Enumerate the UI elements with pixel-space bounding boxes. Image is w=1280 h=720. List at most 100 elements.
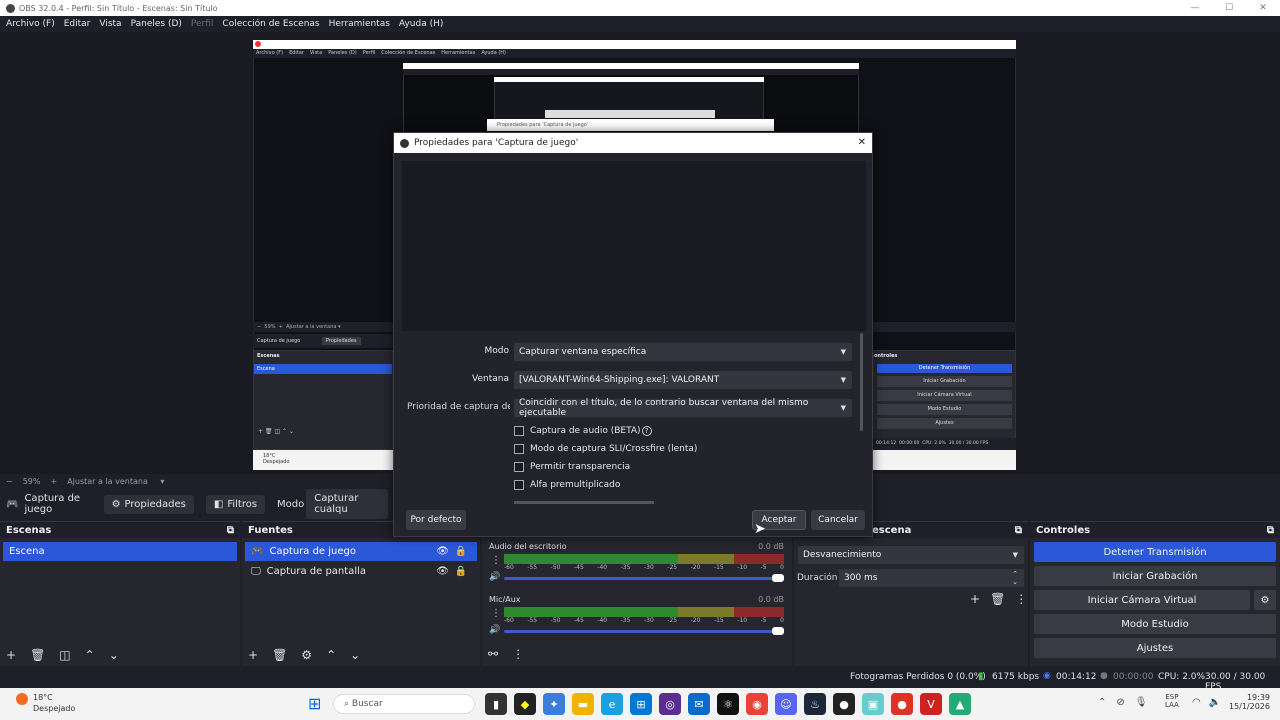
dialog-scrollbar[interactable] — [860, 333, 863, 431]
app-icon[interactable]: ▲ — [949, 693, 971, 715]
lock-icon[interactable]: 🔒 — [455, 546, 467, 557]
checkbox[interactable] — [514, 444, 524, 454]
menu-item[interactable]: Colección de Escenas — [222, 19, 319, 29]
more-icon[interactable]: ⋮ — [491, 555, 501, 566]
more-icon[interactable]: ⋮ — [491, 608, 501, 619]
add-icon[interactable]: + — [6, 648, 16, 662]
eye-icon[interactable]: 👁 — [436, 566, 449, 577]
volume-slider-handle[interactable] — [772, 627, 784, 635]
close-icon[interactable]: ✕ — [1246, 0, 1280, 16]
control-button[interactable]: Iniciar Grabación — [1034, 566, 1276, 586]
priority-select[interactable]: Coincidir con el título, de lo contrario… — [514, 398, 852, 418]
checkbox-row[interactable]: Modo de captura SLI/Crossfire (lenta) — [514, 440, 697, 458]
quick-settings[interactable]: ◠ 🔈 — [1192, 697, 1221, 708]
store-icon[interactable]: ⊞ — [630, 693, 652, 715]
task-view-icon[interactable]: ▮ — [485, 693, 507, 715]
valorant-icon[interactable]: V — [920, 693, 942, 715]
chatgpt-icon[interactable]: ⚛ — [717, 693, 739, 715]
spin-icon[interactable]: ⌃ ⌄ — [1012, 570, 1018, 586]
checkbox[interactable] — [514, 462, 524, 472]
app-icon[interactable]: ● — [891, 693, 913, 715]
add-icon[interactable]: + — [970, 592, 980, 606]
transition-select[interactable]: Desvanecimiento ▼ — [798, 546, 1024, 564]
maximize-icon[interactable]: ☐ — [1212, 0, 1246, 16]
gear-icon[interactable]: ⚙ — [301, 648, 312, 662]
chevron-up-icon[interactable]: ⌃ — [1098, 697, 1106, 708]
scene-item[interactable]: Escena — [3, 542, 237, 561]
control-button[interactable]: Iniciar Cámara Virtual — [1034, 590, 1250, 610]
trash-icon[interactable]: 🗑 — [272, 648, 287, 662]
filter-icon[interactable]: ◫ — [59, 648, 70, 662]
lock-icon[interactable]: 🔒 — [455, 566, 467, 577]
move-up-icon[interactable]: ⌃ — [326, 648, 336, 662]
checkbox-row[interactable]: Captura de audio (BETA)? — [514, 422, 697, 440]
trash-icon[interactable]: 🗑 — [30, 648, 45, 662]
steam-icon[interactable]: ♨ — [804, 693, 826, 715]
discord-icon[interactable]: ☺ — [775, 693, 797, 715]
network-off-icon[interactable]: ⊘ — [1116, 697, 1124, 708]
search-box[interactable]: ⌕ Buscar — [333, 694, 475, 714]
link-icon[interactable]: ⚯ — [488, 647, 498, 661]
mic-icon[interactable]: 🎙 — [1135, 697, 1148, 708]
gear-icon[interactable]: ⚙ — [1254, 590, 1276, 610]
undock-icon[interactable]: ⧉ — [1015, 525, 1022, 536]
control-button[interactable]: Modo Estudio — [1034, 614, 1276, 634]
checkbox-row[interactable]: Permitir transparencia — [514, 458, 697, 476]
cancel-button[interactable]: Cancelar — [811, 510, 865, 530]
zoom-out-button[interactable]: − — [6, 477, 13, 486]
menu-item[interactable]: Perfil — [191, 19, 214, 29]
checkbox[interactable] — [514, 426, 524, 436]
zoom-in-button[interactable]: + — [50, 477, 57, 486]
obs-icon[interactable]: ● — [833, 693, 855, 715]
control-button[interactable]: Detener Transmisión — [1034, 542, 1276, 562]
volume-slider[interactable] — [504, 574, 784, 582]
outlook-icon[interactable]: ✉ — [688, 693, 710, 715]
chrome-icon[interactable]: ◉ — [746, 693, 768, 715]
undock-icon[interactable]: ⧉ — [227, 525, 234, 536]
menu-item[interactable]: Vista — [99, 19, 121, 29]
menu-item[interactable]: Editar — [64, 19, 91, 29]
source-item[interactable]: 🎮 Captura de juego 👁 🔒 — [245, 542, 477, 561]
language-indicator[interactable]: ESP LAA — [1165, 693, 1179, 709]
window-select[interactable]: [VALORANT-Win64-Shipping.exe]: VALORANT ▼ — [514, 371, 852, 389]
source-item[interactable]: 🖵 Captura de pantalla 👁 🔒 — [245, 562, 477, 581]
mode-select[interactable]: Capturar cualqu — [306, 489, 388, 519]
duration-input[interactable]: 300 ms ⌃ ⌄ — [839, 569, 1024, 587]
menu-item[interactable]: Ayuda (H) — [399, 19, 443, 29]
mode-select[interactable]: Capturar ventana específica ▼ — [514, 343, 852, 361]
volume-slider[interactable] — [504, 627, 784, 635]
close-icon[interactable]: ✕ — [858, 137, 866, 148]
filters-button[interactable]: ◧ Filtros — [205, 494, 266, 514]
zoom-fit-select[interactable]: Ajustar a la ventana ▾ — [67, 477, 164, 486]
move-down-icon[interactable]: ⌄ — [109, 648, 119, 662]
eye-icon[interactable]: 👁 — [436, 546, 449, 557]
start-icon[interactable]: ⊞ — [308, 694, 321, 713]
checkbox[interactable] — [514, 480, 524, 490]
move-down-icon[interactable]: ⌄ — [350, 648, 360, 662]
clock[interactable]: 19:39 15/1/2026 — [1222, 693, 1270, 711]
volume-slider-handle[interactable] — [772, 574, 784, 582]
control-button[interactable]: Ajustes — [1034, 638, 1276, 658]
move-up-icon[interactable]: ⌃ — [85, 648, 95, 662]
speaker-icon[interactable]: 🔊 — [489, 625, 500, 635]
app-icon[interactable]: ◆ — [514, 693, 536, 715]
checkbox-row[interactable]: Alfa premultiplicado — [514, 476, 697, 494]
add-icon[interactable]: + — [248, 648, 258, 662]
folder-icon[interactable]: ▬ — [572, 693, 594, 715]
menu-item[interactable]: Paneles (D) — [131, 19, 182, 29]
more-icon[interactable]: ⋮ — [512, 647, 524, 661]
defaults-button[interactable]: Por defecto — [406, 510, 466, 530]
minimize-icon[interactable]: — — [1178, 0, 1212, 16]
app-icon[interactable]: ▣ — [862, 693, 884, 715]
more-icon[interactable]: ⋮ — [1015, 592, 1027, 606]
undock-icon[interactable]: ⧉ — [1267, 525, 1274, 536]
app-icon[interactable]: ◎ — [659, 693, 681, 715]
menu-item[interactable]: Archivo (F) — [6, 19, 55, 29]
help-icon[interactable]: ? — [641, 426, 652, 436]
trash-icon[interactable]: 🗑 — [990, 592, 1005, 606]
menu-item[interactable]: Herramientas — [329, 19, 390, 29]
properties-button[interactable]: ⚙ Propiedades — [103, 494, 194, 514]
edge-icon[interactable]: e — [601, 693, 623, 715]
copilot-icon[interactable]: ✦ — [543, 693, 565, 715]
speaker-icon[interactable]: 🔊 — [489, 572, 500, 582]
